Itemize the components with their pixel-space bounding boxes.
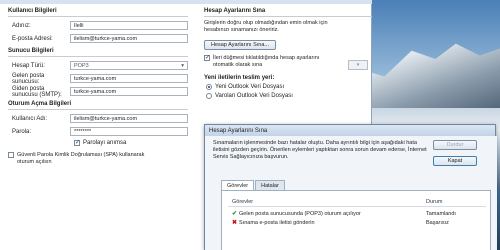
task-text: Gelen posta sunucusunda (POP3) oturum aç… — [239, 210, 361, 217]
radio-new-label: Yeni Outlook Veri Dosyası — [215, 84, 285, 90]
login-info-heading: Oturum Açma Bilgileri — [8, 101, 72, 107]
task-cell: ✖ Sınama e-posta iletisi gönderin — [232, 219, 426, 227]
name-label: Adınız: — [12, 22, 31, 29]
tasks-panel: Görevler Durum ✔ Gelen posta sunucusunda… — [221, 190, 491, 250]
password-input[interactable]: ******** — [70, 127, 188, 136]
radio-new-data-file[interactable]: Yeni Outlook Veri Dosyası — [204, 84, 372, 90]
tab-tasks[interactable]: Görevler — [221, 180, 255, 190]
email-input[interactable]: ilelism@turkce-yama.com — [70, 34, 188, 43]
email-label: E-posta Adresi: — [12, 35, 53, 42]
radio-existing-label: Varolan Outlook Veri Dosyası — [215, 93, 293, 99]
table-row: ✔ Gelen posta sunucusunda (POP3) oturum … — [228, 210, 486, 218]
radio-existing-data-file[interactable]: Varolan Outlook Veri Dosyası — [204, 93, 372, 99]
incoming-row: Gelen posta sunucusu: turkce-yama.com — [8, 72, 188, 85]
task-cell: ✔ Gelen posta sunucusunda (POP3) oturum … — [232, 210, 426, 218]
outgoing-label: Giden posta sunucusu (SMTP): — [12, 85, 62, 98]
left-column: Kullanıcı Bilgileri Adınız: Ilelli E-pos… — [8, 4, 188, 166]
username-label: Kullanıcı Adı: — [12, 115, 48, 122]
status-column-header: Durum — [426, 199, 443, 205]
dropdown-arrow-icon[interactable]: ▾ — [348, 60, 368, 70]
chevron-down-icon: ▾ — [181, 62, 184, 69]
account-type-label: Hesap Türü: — [12, 62, 45, 69]
email-row: E-posta Adresi: ilelism@turkce-yama.com — [8, 33, 188, 44]
stop-button[interactable]: Durdur — [433, 140, 477, 150]
user-info-heading: Kullanıcı Bilgileri — [8, 8, 57, 14]
task-column-header: Görevler — [232, 199, 254, 205]
name-input[interactable]: Ilelli — [70, 21, 188, 30]
dialog-message: Sınamaların işlenmesinde bazı hatalar ol… — [213, 140, 427, 160]
radio-new-button[interactable] — [206, 84, 212, 90]
right-column: Hesap Ayarlarını Sına Girişlerin doğru o… — [204, 4, 372, 99]
outgoing-row: Giden posta sunucusu (SMTP): turkce-yama… — [8, 85, 188, 98]
password-row: Parola: ******** — [8, 126, 188, 137]
test-button-wrap: Hesap Ayarlarını Sına... — [204, 40, 372, 50]
check-icon: ✔ — [232, 211, 238, 217]
incoming-label: Gelen posta sunucusu: — [12, 72, 45, 85]
divider — [8, 56, 188, 57]
tasks-header: Görevler Durum — [228, 199, 486, 207]
deliver-to-heading: Yeni iletilerin teslim yeri: — [204, 75, 275, 81]
divider — [8, 16, 188, 17]
error-x-icon: ✖ — [232, 220, 238, 226]
test-settings-heading: Hesap Ayarlarını Sına — [204, 8, 266, 14]
server-info-heading: Sunucu Bilgileri — [8, 48, 54, 54]
remember-password-option[interactable]: Parolayı anımsa — [8, 139, 188, 146]
password-label: Parola: — [12, 128, 32, 135]
auto-test-label: İleri düğmesi tıklatıldığında hesap ayar… — [213, 55, 320, 68]
dialog-title: Hesap Ayarlarını Sına — [205, 125, 495, 136]
dialog-body: Sınamaların işlenmesinde bazı hatalar ol… — [205, 136, 497, 250]
name-row: Adınız: Ilelli — [8, 20, 188, 31]
spa-label: Güvenli Parola Kimlik Doğrulaması (SPA) … — [17, 152, 145, 165]
test-description: Girişlerin doğru olup olmadığından emin … — [204, 20, 328, 33]
username-row: Kullanıcı Adı: ilelism@turkce-yama.com — [8, 113, 188, 124]
dialog-tabs: Görevler Hatalar — [221, 180, 285, 190]
remember-password-checkbox[interactable] — [74, 139, 80, 146]
divider — [204, 16, 372, 17]
test-account-dialog: Hesap Ayarlarını Sına Sınamaların işlenm… — [204, 124, 497, 250]
spa-checkbox[interactable] — [8, 152, 14, 158]
task-text: Sınama e-posta iletisi gönderin — [239, 219, 315, 226]
outgoing-server-input[interactable]: turkce-yama.com — [70, 87, 188, 96]
divider — [8, 109, 188, 110]
account-type-value: POP3 — [74, 62, 89, 69]
table-row: ✖ Sınama e-posta iletisi gönderin Başarı… — [228, 219, 486, 227]
status-cell: Başarısız — [426, 219, 449, 226]
account-type-row: Hesap Türü: POP3 ▾ — [8, 60, 188, 71]
auto-test-option[interactable]: İleri düğmesi tıklatıldığında hesap ayar… — [204, 54, 372, 69]
remember-password-label: Parolayı anımsa — [83, 140, 127, 146]
tab-errors[interactable]: Hatalar — [255, 180, 285, 190]
radio-existing-button[interactable] — [206, 93, 212, 99]
incoming-server-input[interactable]: turkce-yama.com — [70, 74, 188, 83]
auto-test-checkbox[interactable] — [204, 54, 210, 61]
close-button[interactable]: Kapat — [433, 156, 477, 166]
status-cell: Tamamlandı — [426, 210, 456, 217]
account-type-select[interactable]: POP3 ▾ — [70, 61, 188, 70]
username-input[interactable]: ilelism@turkce-yama.com — [70, 114, 188, 123]
spa-option[interactable]: Güvenli Parola Kimlik Doğrulaması (SPA) … — [8, 152, 188, 166]
test-account-settings-button[interactable]: Hesap Ayarlarını Sına... — [204, 40, 276, 50]
